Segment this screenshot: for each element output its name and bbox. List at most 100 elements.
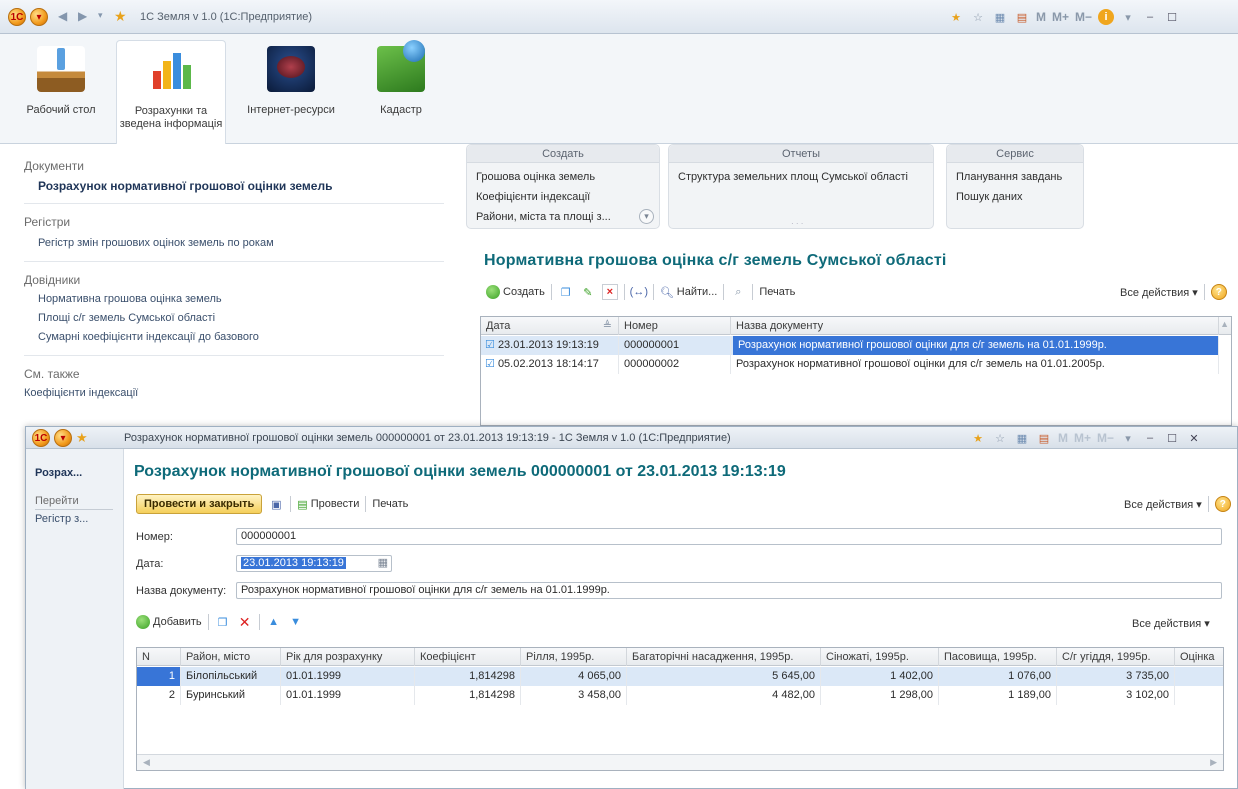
delete-row-icon[interactable]: ✕ — [237, 614, 253, 630]
command-districts[interactable]: Райони, міста та площі з... — [476, 211, 611, 223]
nav-item-money-valuation[interactable]: Нормативна грошова оцінка земель — [38, 293, 222, 305]
service-task-planning[interactable]: Планування завдань — [956, 171, 1062, 183]
favorites-star-icon[interactable]: ★ — [76, 430, 88, 446]
column-pastures[interactable]: Пасовища, 1995р. — [939, 648, 1057, 666]
edit-pencil-icon[interactable]: ✎ — [580, 284, 596, 300]
back-arrow-icon[interactable]: ◀ — [58, 9, 67, 23]
nav-item-coefficients-total[interactable]: Сумарні коефіцієнти індексації до базово… — [38, 331, 259, 343]
copy-row-icon[interactable]: ❐ — [215, 614, 231, 630]
scroll-right-icon[interactable]: ▶ — [1210, 757, 1217, 768]
section-desktop[interactable]: Рабочий стол — [6, 40, 116, 144]
column-n[interactable]: N — [137, 648, 181, 666]
column-date[interactable]: Дата ≜ — [481, 317, 619, 335]
column-perennial[interactable]: Багаторічні насадження, 1995р. — [627, 648, 821, 666]
move-down-icon[interactable]: ▼ — [288, 614, 304, 630]
section-internet[interactable]: Інтернет-ресурси — [236, 40, 346, 144]
info-icon[interactable]: i — [1098, 9, 1115, 25]
date-field[interactable]: 23.01.2013 19:13:19 ▦ — [236, 555, 392, 572]
doc-name-field[interactable]: Розрахунок нормативної грошової оцінки д… — [236, 582, 1222, 599]
table-row[interactable]: ☑ 23.01.2013 19:13:19 000000001 Розрахун… — [481, 336, 1219, 355]
copy-icon[interactable]: ❐ — [558, 284, 574, 300]
column-hayfields[interactable]: Сіножаті, 1995р. — [821, 648, 939, 666]
calculation-table[interactable]: N Район, місто Рік для розрахунку Коефіц… — [136, 647, 1224, 771]
column-coefficient[interactable]: Коефіцієнт — [415, 648, 521, 666]
scroll-left-icon[interactable]: ◀ — [143, 757, 150, 768]
dropdown-icon[interactable]: ▾ — [1120, 9, 1136, 25]
help-icon[interactable]: ? — [1214, 496, 1231, 512]
minimize-icon[interactable]: – — [1142, 9, 1158, 25]
section-calculations[interactable]: Розрахунки та зведена інформація — [116, 40, 226, 144]
table-row[interactable]: ☑ 05.02.2013 18:14:17 000000002 Розрахун… — [481, 355, 1219, 374]
memory-mminus-button[interactable]: M− — [1075, 10, 1092, 24]
command-index-coefficients[interactable]: Коефіцієнти індексації — [476, 191, 590, 203]
memory-mplus-button[interactable]: M+ — [1052, 10, 1069, 24]
expand-more-icon[interactable]: ▾ — [639, 209, 654, 224]
memory-m-button[interactable]: M — [1058, 431, 1068, 445]
post-and-close-button[interactable]: Провести и закрыть — [136, 494, 263, 514]
column-year[interactable]: Рік для розрахунку — [281, 648, 415, 666]
column-agri-land[interactable]: С/г угіддя, 1995р. — [1057, 648, 1175, 666]
calculator-icon[interactable]: ▦ — [1014, 430, 1030, 446]
bookmarks-icon[interactable]: ☆ — [970, 9, 986, 25]
dropdown-icon[interactable]: ▾ — [1120, 430, 1136, 446]
forward-arrow-icon[interactable]: ▶ — [78, 9, 87, 23]
find-button[interactable]: 🔍︎ Найти... — [660, 286, 718, 299]
nav-item-money-valuation-doc[interactable]: Розрахунок нормативної грошової оцінки з… — [38, 179, 332, 193]
maximize-icon[interactable]: ☐ — [1164, 430, 1180, 446]
cancel-search-icon[interactable]: ⌕ — [730, 284, 746, 300]
history-dropdown-icon[interactable]: ▾ — [98, 10, 103, 21]
favorites-star-icon[interactable]: ★ — [114, 8, 127, 25]
window-menu-icon[interactable]: ▾ — [54, 429, 72, 447]
resize-grip-icon[interactable]: · · · — [791, 219, 803, 228]
all-actions-menu[interactable]: Все действия ▾ — [1124, 498, 1202, 511]
add-row-button[interactable]: Добавить — [136, 615, 202, 629]
add-favorite-icon[interactable]: ★ — [970, 430, 986, 446]
memory-mplus-button[interactable]: M+ — [1074, 431, 1091, 445]
delete-mark-icon[interactable]: × — [601, 284, 618, 300]
memory-mminus-button[interactable]: M− — [1097, 431, 1114, 445]
create-button[interactable]: Создать — [486, 285, 545, 299]
column-valuation[interactable]: Оцінка — [1175, 648, 1223, 666]
report-land-structure[interactable]: Структура земельних площ Сумської област… — [678, 171, 908, 183]
column-number[interactable]: Номер — [619, 317, 731, 335]
scroll-up-icon[interactable]: ▲ — [1220, 319, 1229, 329]
add-favorite-icon[interactable]: ★ — [948, 9, 964, 25]
hierarchy-icon[interactable]: (↔) — [630, 284, 648, 300]
table-row[interactable]: 1 Білопільський 01.01.1999 1,814298 4 06… — [137, 667, 1223, 686]
print-button[interactable]: Печать — [372, 498, 408, 510]
nav-item-index-coefficients[interactable]: Коефіцієнти індексації — [24, 387, 138, 399]
calendar-picker-icon[interactable]: ▦ — [378, 556, 388, 571]
calendar-icon[interactable]: ▤ — [1014, 9, 1030, 25]
column-district[interactable]: Район, місто — [181, 648, 281, 666]
doc-nav-register[interactable]: Регістр з... — [35, 513, 88, 525]
calculator-icon[interactable]: ▦ — [992, 9, 1008, 25]
app-logo-icon[interactable]: 1C — [8, 8, 26, 26]
doc-nav-main[interactable]: Розрах... — [35, 467, 82, 479]
app-logo-icon[interactable]: 1C — [32, 429, 50, 447]
maximize-icon[interactable]: ☐ — [1164, 9, 1180, 25]
calendar-icon[interactable]: ▤ — [1036, 430, 1052, 446]
column-arable[interactable]: Рілля, 1995р. — [521, 648, 627, 666]
bookmarks-icon[interactable]: ☆ — [992, 430, 1008, 446]
minimize-icon[interactable]: – — [1142, 430, 1158, 446]
move-up-icon[interactable]: ▲ — [266, 614, 282, 630]
document-list-table[interactable]: Дата ≜ Номер Назва документу ▲ ☑ 23.01.2… — [480, 316, 1232, 426]
command-money-valuation[interactable]: Грошова оцінка земель — [476, 171, 595, 183]
print-button[interactable]: Печать — [759, 286, 795, 298]
post-button[interactable]: ▤ Провести — [297, 498, 359, 511]
nav-item-register-changes[interactable]: Регістр змін грошових оцінок земель по р… — [38, 237, 274, 249]
horizontal-scrollbar[interactable]: ◀ ▶ — [137, 754, 1223, 770]
section-cadastre[interactable]: Кадастр — [346, 40, 456, 144]
nav-item-areas[interactable]: Площі с/г земель Сумської області — [38, 312, 215, 324]
service-data-search[interactable]: Пошук даних — [956, 191, 1022, 203]
all-actions-menu[interactable]: Все действия ▾ — [1132, 617, 1210, 630]
close-icon[interactable]: ✕ — [1186, 430, 1202, 446]
main-menu-icon[interactable]: ▾ — [30, 8, 48, 26]
all-actions-menu[interactable]: Все действия ▾ — [1120, 286, 1198, 299]
help-icon[interactable]: ? — [1210, 284, 1227, 300]
table-row[interactable]: 2 Буринський 01.01.1999 1,814298 3 458,0… — [137, 686, 1223, 705]
memory-m-button[interactable]: M — [1036, 10, 1046, 24]
column-doc-name[interactable]: Назва документу — [731, 317, 1219, 335]
number-field[interactable]: 000000001 — [236, 528, 1222, 545]
save-icon[interactable]: ▣ — [268, 496, 284, 512]
